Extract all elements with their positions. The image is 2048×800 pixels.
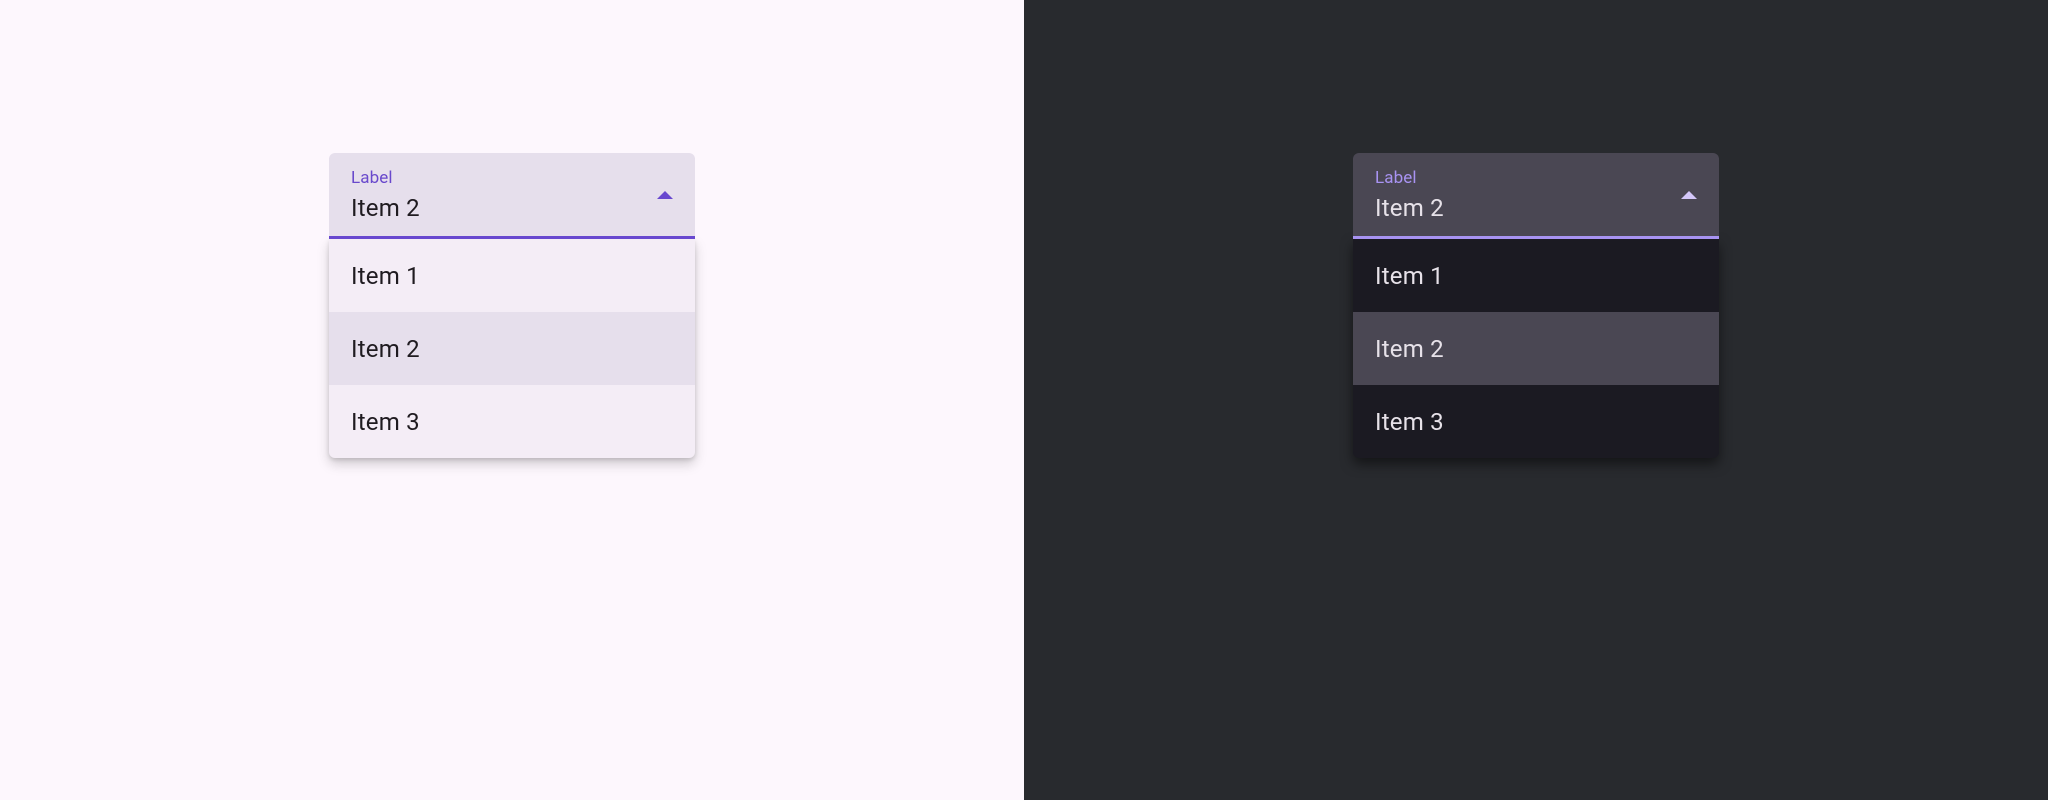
option-label: Item 2: [351, 335, 420, 363]
dark-theme-panel: Label Item 2 Item 1 Item 2 Item 3: [1024, 0, 2048, 800]
option-label: Item 3: [1375, 408, 1444, 436]
select-option-item-3[interactable]: Item 3: [329, 385, 695, 458]
option-label: Item 2: [1375, 335, 1444, 363]
option-label: Item 3: [351, 408, 420, 436]
option-label: Item 1: [1375, 262, 1444, 290]
option-label: Item 1: [351, 262, 420, 290]
select-value: Item 2: [351, 191, 673, 225]
select-option-item-1[interactable]: Item 1: [1353, 239, 1719, 312]
select-option-item-2[interactable]: Item 2: [329, 312, 695, 385]
select-header[interactable]: Label Item 2: [329, 153, 695, 239]
chevron-up-icon: [657, 191, 673, 199]
select-value: Item 2: [1375, 191, 1697, 225]
select-floating-label: Label: [351, 167, 673, 189]
select-floating-label: Label: [1375, 167, 1697, 189]
select-header[interactable]: Label Item 2: [1353, 153, 1719, 239]
select-component-light: Label Item 2 Item 1 Item 2 Item 3: [329, 153, 695, 458]
select-option-item-2[interactable]: Item 2: [1353, 312, 1719, 385]
select-option-item-3[interactable]: Item 3: [1353, 385, 1719, 458]
select-dropdown-list: Item 1 Item 2 Item 3: [329, 239, 695, 458]
select-option-item-1[interactable]: Item 1: [329, 239, 695, 312]
light-theme-panel: Label Item 2 Item 1 Item 2 Item 3: [0, 0, 1024, 800]
chevron-up-icon: [1681, 191, 1697, 199]
select-dropdown-list: Item 1 Item 2 Item 3: [1353, 239, 1719, 458]
select-component-dark: Label Item 2 Item 1 Item 2 Item 3: [1353, 153, 1719, 458]
